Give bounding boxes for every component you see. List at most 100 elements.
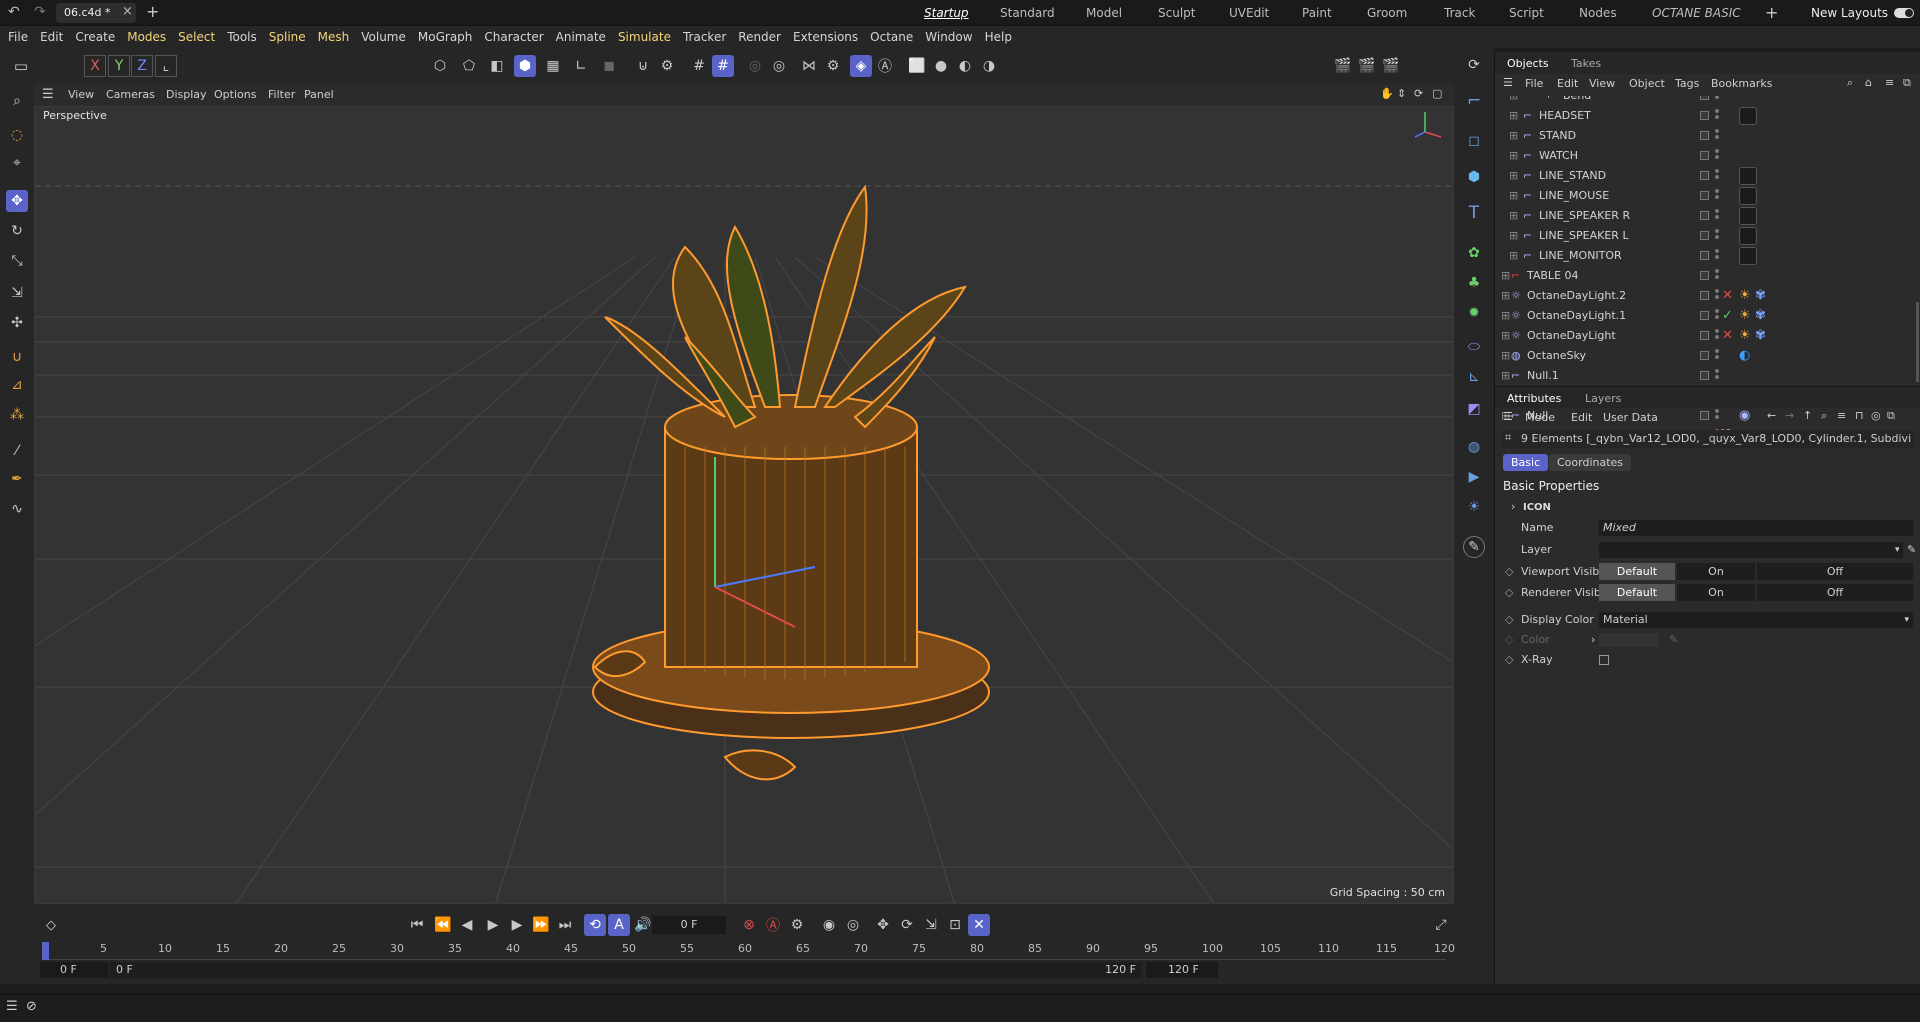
close-tab-icon[interactable]: × — [122, 4, 133, 19]
refresh-icon[interactable]: ⟳ — [1463, 54, 1485, 76]
viewport-menu-panel[interactable]: Panel — [304, 88, 334, 101]
axis-y-button[interactable]: Y — [108, 55, 130, 77]
visibility-dots[interactable] — [1715, 309, 1719, 323]
objects-hamburger-icon[interactable]: ☰ — [1503, 76, 1513, 89]
dolly-icon[interactable]: ⇕ — [1397, 87, 1406, 100]
camera-icon[interactable]: ▶ — [1463, 466, 1485, 488]
expand-icon[interactable]: ⊞ — [1501, 286, 1510, 306]
prev-key-icon[interactable]: ⏪ — [432, 914, 454, 936]
model-mode-icon[interactable]: ⬢ — [514, 55, 536, 77]
color-swatch[interactable] — [1599, 633, 1659, 647]
pen-icon[interactable]: ✒ — [6, 468, 28, 490]
viewport-menu-view[interactable]: View — [68, 88, 94, 101]
target-icon[interactable]: ◎ — [768, 55, 790, 77]
menu-render[interactable]: Render — [732, 26, 787, 48]
key-param-icon[interactable]: ⊡ — [944, 914, 966, 936]
objects-scrollbar[interactable] — [1916, 302, 1919, 382]
field-icon[interactable]: ⊾ — [1463, 366, 1485, 388]
edges-mode-icon[interactable]: ⬠ — [458, 55, 480, 77]
up-arrow-icon[interactable]: ↑ — [1803, 409, 1812, 422]
axis-mode-icon[interactable]: ∟ — [570, 55, 592, 77]
menu-help[interactable]: Help — [979, 26, 1018, 48]
layout-groom[interactable]: Groom — [1367, 0, 1407, 26]
snap-settings-icon[interactable]: ⚙ — [656, 55, 678, 77]
polygons-mode-icon[interactable]: ◧ — [486, 55, 508, 77]
new-layouts-button[interactable]: New Layouts — [1811, 6, 1888, 20]
layout-standard[interactable]: Standard — [1000, 0, 1055, 26]
rotate-tool-icon[interactable]: ↻ — [6, 220, 28, 242]
layout-startup[interactable]: Startup — [924, 0, 969, 26]
visibility-dots[interactable] — [1715, 229, 1719, 243]
group-label[interactable]: ICON — [1523, 502, 1551, 513]
visibility-dots[interactable] — [1715, 249, 1719, 263]
layout-sculpt[interactable]: Sculpt — [1158, 0, 1195, 26]
autokey-icon[interactable]: A — [608, 914, 630, 936]
sound-icon[interactable]: 🔊 — [632, 914, 654, 936]
lock-icon[interactable]: ⊓ — [1855, 409, 1864, 422]
snap-icon[interactable]: ⊍ — [632, 55, 654, 77]
menu-modes[interactable]: Modes — [121, 26, 172, 48]
menu-window[interactable]: Window — [919, 26, 978, 48]
visibility-dots[interactable] — [1715, 149, 1719, 163]
magnet-icon[interactable]: ∪ — [6, 346, 28, 368]
layer-checkbox[interactable] — [1700, 351, 1709, 360]
visibility-dots[interactable] — [1715, 269, 1719, 283]
extrude-icon[interactable]: ⁂ — [6, 404, 28, 426]
material-tag[interactable] — [1739, 167, 1757, 185]
object-row[interactable]: ⊞ ⌐ Bend — [1495, 96, 1920, 106]
add-tab-icon[interactable]: + — [146, 2, 159, 21]
layer-checkbox[interactable] — [1700, 331, 1709, 340]
visibility-dots[interactable] — [1715, 329, 1719, 343]
menu-octane[interactable]: Octane — [864, 26, 919, 48]
viewport-menu-filter[interactable]: Filter — [268, 88, 295, 101]
subtab-coordinates[interactable]: Coordinates — [1549, 454, 1632, 471]
object-row[interactable]: ⊞ ☼ OctaneDayLight.1 ✓ ☀ ✾ — [1495, 306, 1920, 326]
attributes-new-icon[interactable]: ⧉ — [1887, 409, 1895, 423]
attributes-filter-icon[interactable]: ≡ — [1837, 409, 1846, 422]
sky-tag-icon[interactable]: ◐ — [1739, 346, 1750, 366]
layout-paint[interactable]: Paint — [1302, 0, 1332, 26]
attributes-hamburger-icon[interactable]: ☰ — [1503, 410, 1513, 423]
key-rotate-icon[interactable]: ⟳ — [896, 914, 918, 936]
soft-select-icon[interactable]: ◎ — [744, 55, 766, 77]
brush-icon[interactable]: ⁄ — [6, 440, 28, 462]
forward-arrow-icon[interactable]: → — [1785, 409, 1794, 422]
menu-character[interactable]: Character — [478, 26, 549, 48]
orbit-icon[interactable]: ⟳ — [1414, 87, 1423, 100]
octane-object-tag-icon[interactable]: ✾ — [1755, 286, 1766, 306]
render-settings-icon[interactable]: 🎬 — [1380, 55, 1402, 77]
layout-toggle[interactable] — [1894, 8, 1914, 18]
objects-home-icon[interactable]: ⌂ — [1865, 76, 1872, 89]
key-scale-icon[interactable]: ⇲ — [920, 914, 942, 936]
layer-checkbox[interactable] — [1700, 371, 1709, 380]
transform-tool-icon[interactable]: ⇲ — [6, 282, 28, 304]
solo-icon[interactable]: ◼ — [598, 55, 620, 77]
material-tag[interactable] — [1739, 227, 1757, 245]
expand-icon[interactable]: ⊞ — [1509, 226, 1518, 246]
objects-new-icon[interactable]: ⧉ — [1903, 76, 1911, 90]
objects-search-icon[interactable]: ⌕ — [1847, 76, 1853, 90]
range-bar[interactable]: 0 F 120 F — [110, 962, 1142, 978]
file-tab[interactable]: 06.c4d * × — [56, 3, 136, 23]
next-key-icon[interactable]: ⏩ — [530, 914, 552, 936]
viewport-menu-cameras[interactable]: Cameras — [106, 88, 155, 101]
visibility-dots[interactable] — [1715, 109, 1719, 123]
menu-mesh[interactable]: Mesh — [312, 26, 356, 48]
expand-icon[interactable]: ⊞ — [1509, 146, 1518, 166]
attributes-target-icon[interactable]: ◎ — [1871, 409, 1881, 422]
attributes-menu-mode[interactable]: Mode — [1525, 411, 1555, 424]
viewport-vis-off[interactable]: Off — [1757, 563, 1913, 580]
color-expand-icon[interactable]: › — [1591, 630, 1595, 650]
objects-menu-view[interactable]: View — [1589, 77, 1615, 90]
live-select-icon[interactable]: ◌ — [6, 124, 28, 146]
expand-icon[interactable]: ⊞ — [1501, 366, 1510, 386]
menu-create[interactable]: Create — [69, 26, 121, 48]
keyframe-diamond-icon[interactable]: ◇ — [1505, 610, 1513, 630]
loop-icon[interactable]: ⟲ — [584, 914, 606, 936]
symmetry-icon[interactable]: ⋈ — [798, 55, 820, 77]
object-row[interactable]: ⊞ ⌐ LINE_STAND — [1495, 166, 1920, 186]
layer-checkbox[interactable] — [1700, 211, 1709, 220]
xray-checkbox[interactable] — [1599, 655, 1609, 665]
effector-icon[interactable]: ✹ — [1463, 302, 1485, 324]
visibility-dots[interactable] — [1715, 96, 1719, 103]
